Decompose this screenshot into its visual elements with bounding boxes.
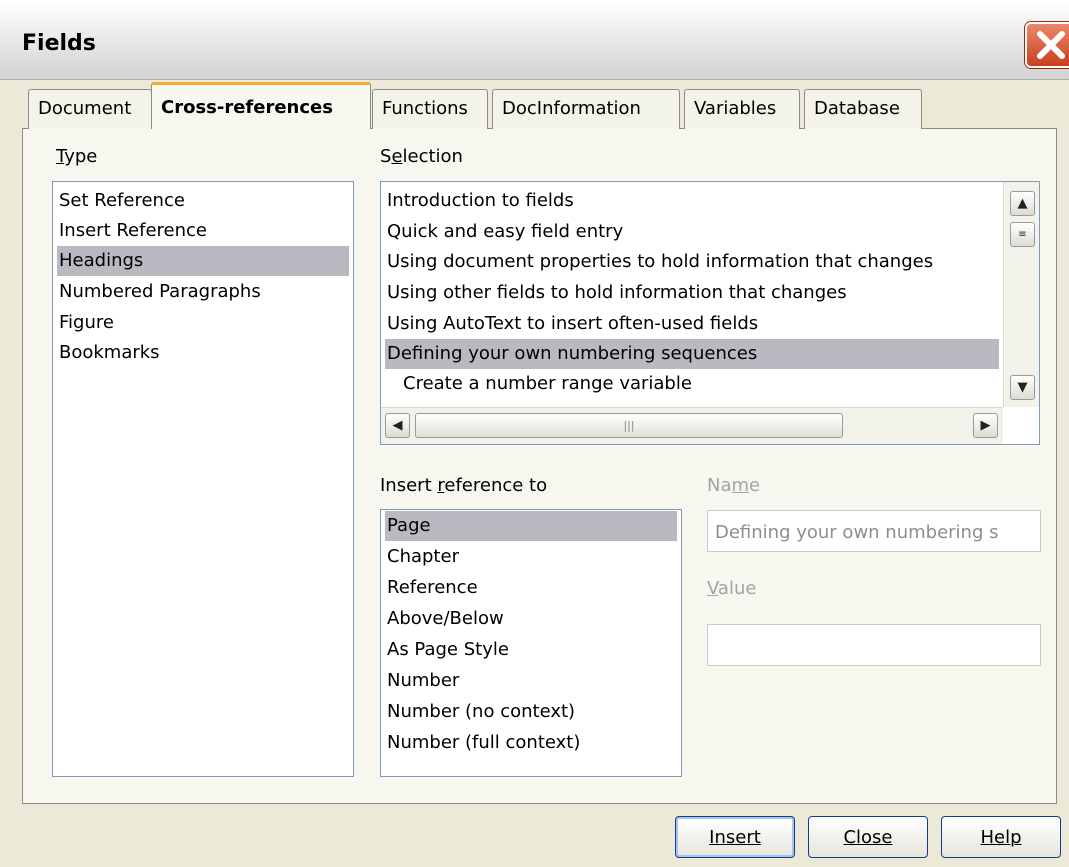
type-item-insert-reference[interactable]: Insert Reference [57,216,349,246]
scroll-left-button[interactable]: ◀ [385,413,410,438]
value-label: Value [707,578,757,599]
help-button[interactable]: Help [941,816,1061,858]
close-window-button[interactable] [1025,22,1069,68]
selection-list[interactable]: Introduction to fields Quick and easy fi… [380,181,1040,445]
scroll-thumb[interactable]: ≡ [1010,222,1035,247]
scroll-up-button[interactable]: ▲ [1010,191,1035,216]
tab-document[interactable]: Document [28,89,152,129]
type-item-numbered-paragraphs[interactable]: Numbered Paragraphs [57,277,349,307]
title-bar [0,0,1069,80]
reference-item-reference[interactable]: Reference [385,573,677,603]
tab-cross-references[interactable]: Cross-references [151,82,371,129]
tab-variables[interactable]: Variables [684,89,800,129]
tab-database[interactable]: Database [804,89,922,129]
value-field[interactable] [707,624,1041,666]
type-item-set-reference[interactable]: Set Reference [57,186,349,216]
scroll-right-button[interactable]: ▶ [973,413,998,438]
reference-item-number-no-context[interactable]: Number (no context) [385,697,677,727]
chevron-up-icon: ▲ [1017,196,1028,211]
selection-item[interactable]: Using document properties to hold inform… [385,247,999,277]
selection-label: Selection [380,146,463,167]
selection-horizontal-scrollbar[interactable]: ◀ ||| ▶ [381,407,1003,444]
tab-docinformation[interactable]: DocInformation [492,89,680,129]
type-item-bookmarks[interactable]: Bookmarks [57,338,349,368]
horizontal-scroll-thumb[interactable]: ||| [415,413,843,438]
grip-icon: ||| [623,419,635,432]
selection-item[interactable]: Using AutoText to insert often-used fiel… [385,309,999,339]
type-item-headings[interactable]: Headings [57,246,349,276]
close-button[interactable]: Close [808,816,928,858]
type-item-figure[interactable]: Figure [57,308,349,338]
grip-icon: ≡ [1018,229,1027,240]
chevron-right-icon: ▶ [980,418,991,433]
tab-document-label: Document [38,98,132,119]
name-label: Name [707,475,761,496]
reference-item-number-full-context[interactable]: Number (full context) [385,728,677,758]
tab-functions-label: Functions [382,98,468,119]
tab-cross-references-label: Cross-references [161,97,333,118]
tab-docinformation-label: DocInformation [502,98,641,119]
reference-item-above-below[interactable]: Above/Below [385,604,677,634]
type-label: Type [56,146,98,167]
scroll-down-button[interactable]: ▼ [1010,375,1035,400]
reference-item-chapter[interactable]: Chapter [385,542,677,572]
reference-item-as-page-style[interactable]: As Page Style [385,635,677,665]
selection-item[interactable]: Introduction to fields [385,186,999,216]
type-list[interactable]: Set Reference Insert Reference Headings … [52,181,354,777]
chevron-left-icon: ◀ [392,418,403,433]
close-icon [1037,31,1065,59]
tab-variables-label: Variables [694,98,777,119]
selection-item-selected[interactable]: Defining your own numbering sequences [385,339,999,369]
selection-item[interactable]: Quick and easy field entry [385,217,999,247]
chevron-down-icon: ▼ [1017,380,1028,395]
insert-button[interactable]: Insert [675,816,795,858]
tab-database-label: Database [814,98,900,119]
insert-reference-list[interactable]: Page Chapter Reference Above/Below As Pa… [380,509,682,777]
selection-item-child[interactable]: Create a number range variable [401,369,999,399]
dialog-title: Fields [22,31,96,56]
name-field[interactable]: Defining your own numbering s [707,510,1041,552]
selection-vertical-scrollbar[interactable]: ▲ ≡ ▼ [1003,182,1039,407]
tab-functions[interactable]: Functions [372,89,488,129]
reference-item-page[interactable]: Page [385,511,677,541]
selection-item[interactable]: Using other fields to hold information t… [385,278,999,308]
insert-reference-label: Insert reference to [380,475,548,496]
reference-item-number[interactable]: Number [385,666,677,696]
